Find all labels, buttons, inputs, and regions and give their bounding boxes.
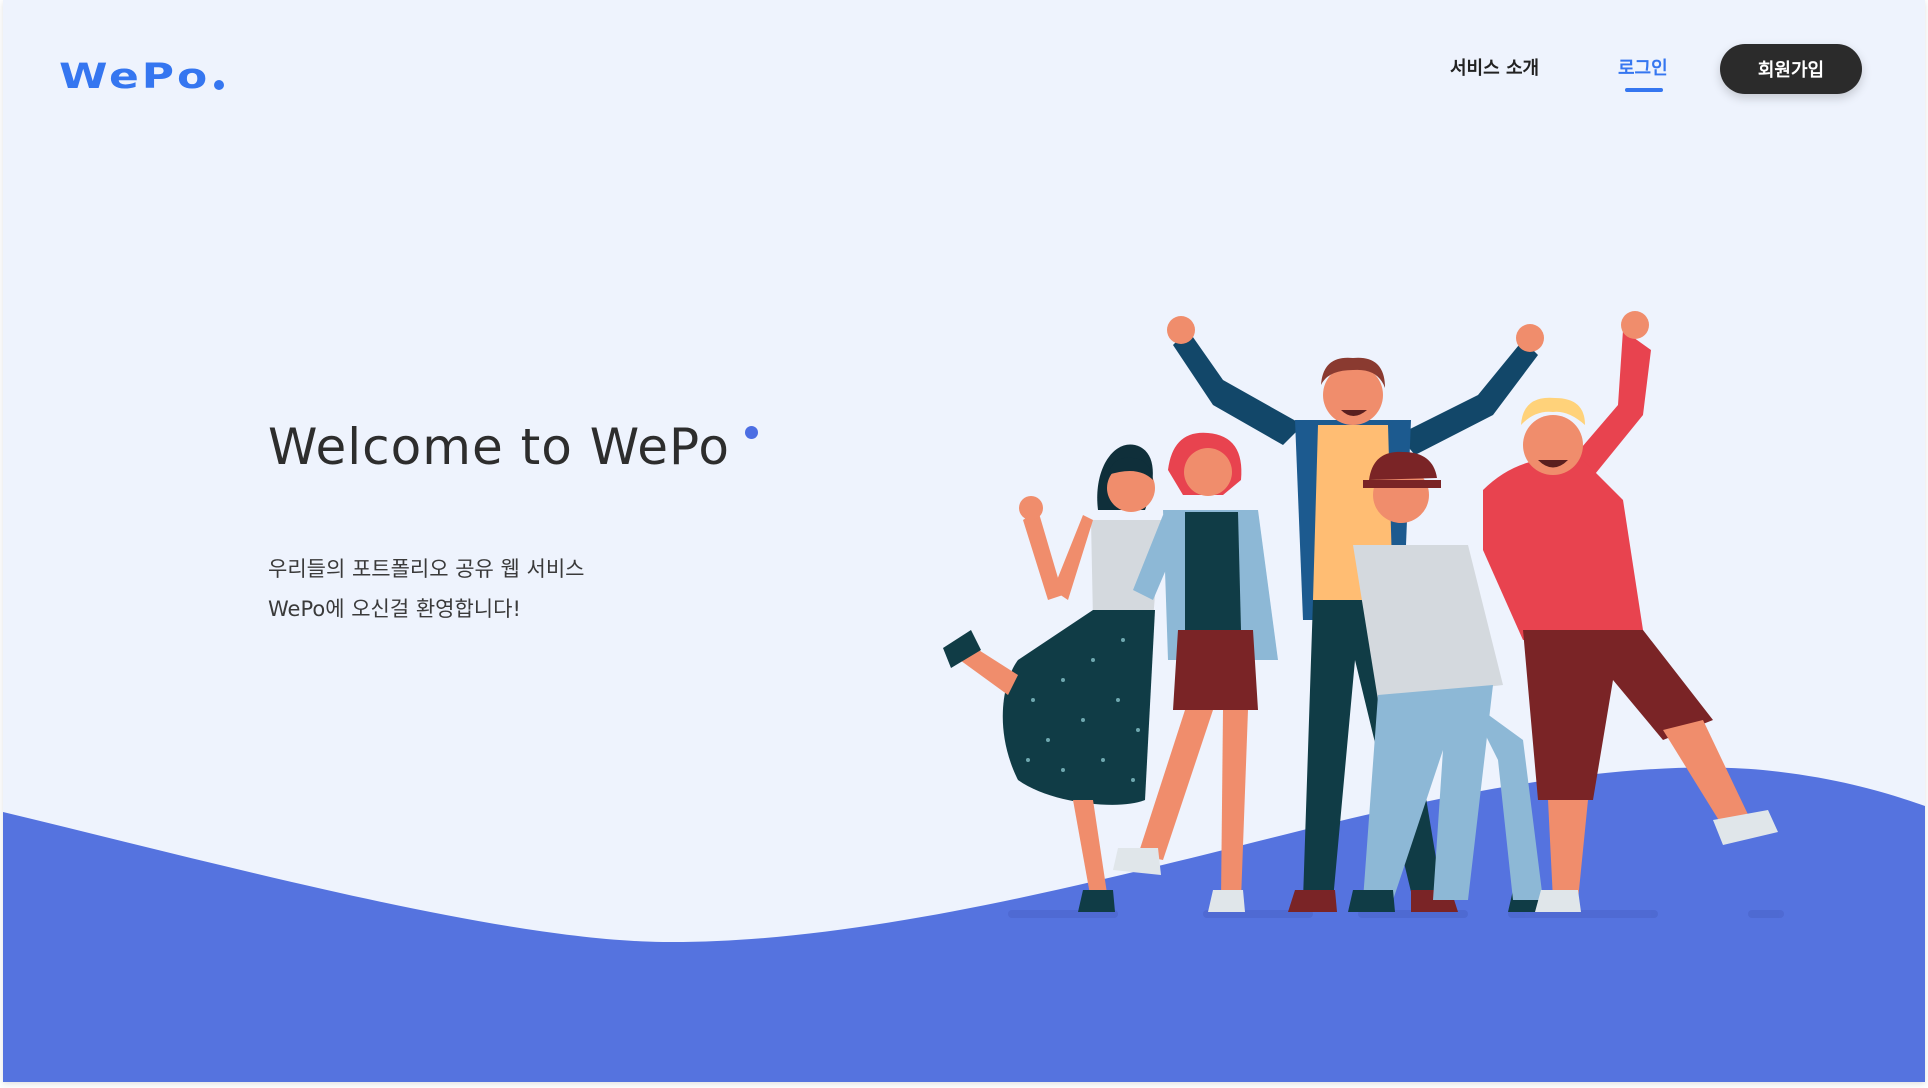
title-accent-dot-icon [745,426,758,439]
logo-dot-icon [214,80,225,90]
nav-login-link[interactable]: 로그인 [1618,54,1668,80]
wepo-logo[interactable]: WePo [59,50,225,97]
signup-button[interactable]: 회원가입 [1720,44,1862,94]
hero-title: Welcome to WePo [268,418,730,476]
logo-text: WePo [59,56,211,97]
active-nav-indicator [1625,88,1663,92]
person-left [943,444,1161,912]
nav-service-intro-link[interactable]: 서비스 소개 [1450,54,1539,80]
top-navigation: WePo 서비스 소개 로그인 회원가입 [3,0,1925,140]
hero-subtitle-line-2: WePo에 오신걸 환영합니다! [268,597,521,621]
group-of-happy-people-illustration [943,311,1784,918]
hero-subtitle-line-1: 우리들의 포트폴리오 공유 웹 서비스 [268,557,585,581]
landing-page: WePo 서비스 소개 로그인 회원가입 Welcome to WePo 우리들… [3,0,1925,1082]
